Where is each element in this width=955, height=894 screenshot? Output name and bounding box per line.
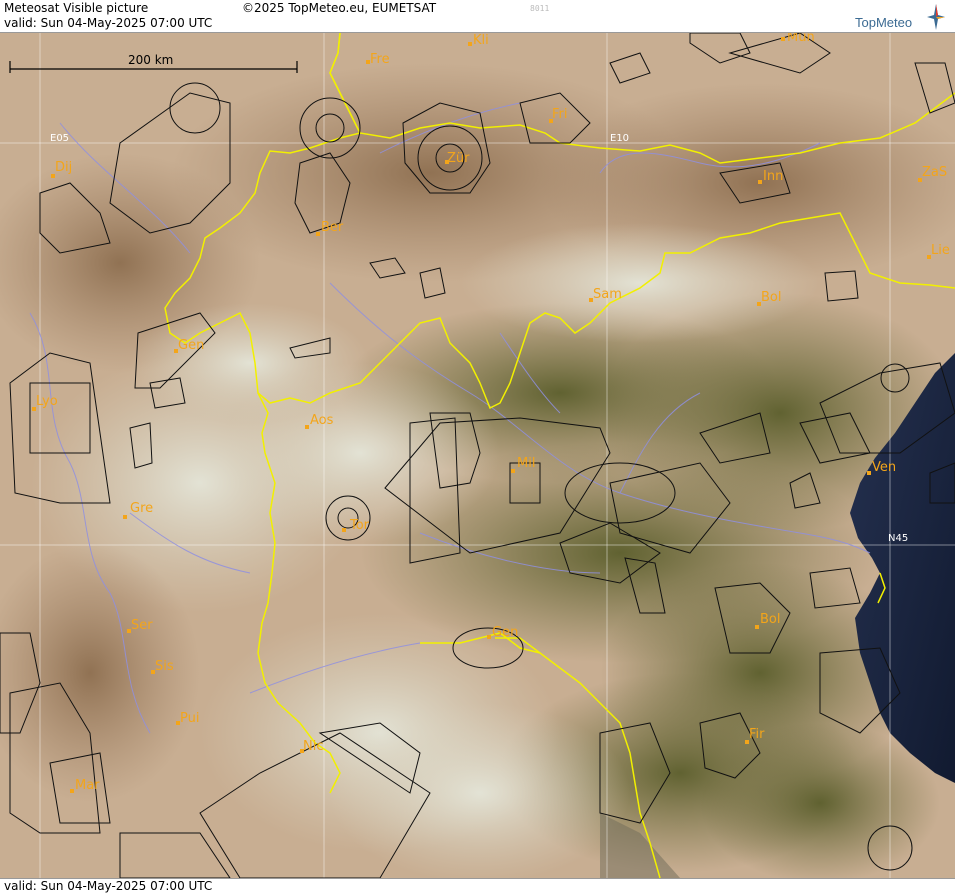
svg-text:Bol: Bol	[761, 290, 781, 305]
city-ser[interactable]: Ser	[127, 618, 153, 633]
svg-text:Ser: Ser	[131, 618, 153, 633]
svg-text:Gen: Gen	[492, 625, 518, 640]
grid-label-e10: E10	[610, 133, 629, 144]
city-gen-it[interactable]: Gen	[487, 625, 518, 640]
svg-text:Sam: Sam	[593, 287, 622, 302]
city-lie[interactable]: Lie	[927, 243, 950, 259]
grid-label-n45: N45	[888, 533, 908, 544]
svg-text:Lyo: Lyo	[36, 394, 58, 409]
svg-text:Gre: Gre	[130, 501, 153, 516]
city-pui[interactable]: Pui	[176, 711, 199, 726]
image-code: 8011	[530, 4, 550, 13]
footer-bar: valid: Sun 04-May-2025 07:00 UTC	[0, 878, 955, 894]
terrain-patches	[0, 63, 955, 878]
city-zas[interactable]: ZaS	[918, 165, 947, 182]
city-fri[interactable]: Fri	[549, 107, 568, 123]
svg-text:Nic: Nic	[303, 739, 323, 754]
svg-text:Bol: Bol	[760, 612, 780, 627]
city-ber[interactable]: Ber	[316, 220, 344, 236]
svg-text:Inn: Inn	[763, 169, 783, 184]
svg-text:Tor: Tor	[349, 518, 370, 533]
city-fir[interactable]: Fir	[745, 727, 765, 744]
city-ven[interactable]: Ven	[867, 460, 896, 475]
city-gen-ch[interactable]: Gen	[174, 338, 204, 353]
city-aos[interactable]: Aos	[305, 413, 334, 429]
svg-text:Sis: Sis	[155, 659, 174, 674]
city-zur[interactable]: Zür	[445, 151, 470, 166]
svg-text:Mun: Mun	[787, 33, 815, 45]
svg-text:Fri: Fri	[552, 107, 568, 122]
logo-text: TopMeteo	[855, 15, 913, 30]
svg-text:ZaS: ZaS	[922, 165, 947, 180]
picture-title: Meteosat Visible picture	[4, 1, 149, 15]
svg-text:Mil: Mil	[517, 456, 535, 471]
city-mar[interactable]: Mar	[70, 778, 100, 793]
svg-text:Aos: Aos	[310, 413, 334, 428]
footer-valid-time: valid: Sun 04-May-2025 07:00 UTC	[4, 879, 213, 893]
svg-text:Dij: Dij	[55, 160, 72, 175]
city-lyo[interactable]: Lyo	[32, 394, 58, 411]
svg-text:Lie: Lie	[931, 243, 950, 258]
city-fre[interactable]: Fre	[366, 52, 390, 67]
svg-text:Fre: Fre	[370, 52, 390, 67]
grid-label-e05: E05	[50, 133, 69, 144]
city-bol-ch[interactable]: Bol	[757, 290, 781, 306]
valid-time: valid: Sun 04-May-2025 07:00 UTC	[4, 16, 213, 30]
topmeteo-logo[interactable]: TopMeteo	[855, 4, 945, 30]
scale-label: 200 km	[128, 53, 173, 67]
compass-star-icon	[927, 4, 945, 30]
city-mun[interactable]: Mun	[781, 33, 815, 45]
svg-text:Fir: Fir	[749, 727, 765, 742]
city-sam[interactable]: Sam	[589, 287, 622, 302]
city-sis[interactable]: Sis	[151, 659, 174, 674]
svg-text:Ber: Ber	[321, 220, 344, 235]
svg-text:Pui: Pui	[180, 711, 199, 726]
svg-text:Kli: Kli	[473, 33, 489, 48]
satellite-map[interactable]: 200 km E05 E10 N45 Kli Mun Fre Fri Zür D…	[0, 33, 955, 878]
city-nic[interactable]: Nic	[300, 739, 323, 754]
svg-text:Gen: Gen	[178, 338, 204, 353]
svg-text:Mar: Mar	[75, 778, 100, 793]
svg-text:Zür: Zür	[447, 151, 470, 166]
svg-text:Ven: Ven	[872, 460, 896, 475]
header-bar: Meteosat Visible picture valid: Sun 04-M…	[0, 0, 955, 33]
copyright: ©2025 TopMeteo.eu, EUMETSAT	[242, 1, 437, 15]
